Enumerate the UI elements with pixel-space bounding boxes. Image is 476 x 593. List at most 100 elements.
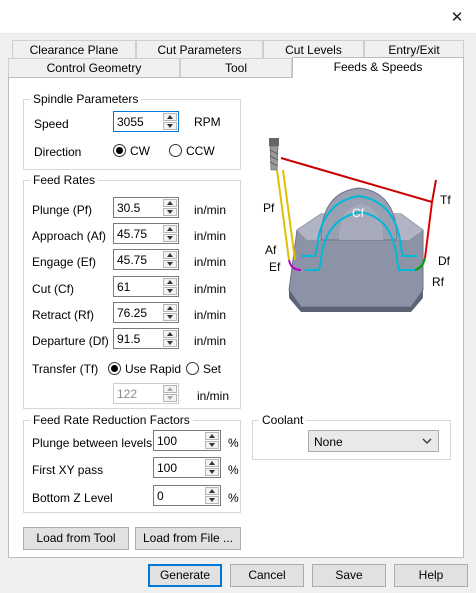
af-label: Af	[265, 243, 277, 257]
plunge-decrement-button[interactable]	[163, 208, 177, 216]
arrow-down-icon	[167, 341, 173, 345]
arrow-down-icon	[167, 315, 173, 319]
tab-tool[interactable]: Tool	[180, 58, 292, 77]
first-xy-pass-increment-button[interactable]	[205, 459, 219, 467]
arrow-down-icon	[167, 236, 173, 240]
bottom-z-level-input[interactable]: 0	[153, 485, 221, 506]
first-xy-pass-input[interactable]: 100	[153, 457, 221, 478]
engage-decrement-button[interactable]	[163, 260, 177, 268]
plunge-path-2	[282, 169, 296, 261]
coolant-select[interactable]: None	[308, 430, 439, 452]
arrow-down-icon	[209, 470, 215, 474]
arrow-up-icon	[167, 387, 173, 391]
first-xy-pass-decrement-button[interactable]	[205, 468, 219, 476]
bottom-z-level-decrement-button[interactable]	[205, 496, 219, 504]
close-button[interactable]: ✕	[446, 6, 468, 28]
bottom-z-level-unit: %	[228, 491, 239, 505]
tab-feeds-speeds[interactable]: Feeds & Speeds	[292, 57, 464, 78]
plunge-between-levels-decrement-button[interactable]	[205, 441, 219, 449]
plunge-input[interactable]: 30.5	[113, 197, 179, 218]
coolant-group: Coolant None	[252, 413, 451, 460]
plunge-between-levels-input[interactable]: 100	[153, 430, 221, 451]
tool-holder	[269, 138, 279, 146]
chevron-down-icon	[422, 438, 432, 444]
departure-input[interactable]: 91.5	[113, 328, 179, 349]
title-bar: ✕	[0, 0, 476, 34]
generate-button[interactable]: Generate	[148, 564, 222, 587]
tab-row-bottom: Control Geometry Tool Feeds & Speeds	[8, 57, 464, 78]
ccw-radio[interactable]	[169, 144, 182, 157]
arrow-up-icon	[167, 227, 173, 231]
use-rapid-radio[interactable]	[108, 362, 121, 375]
pf-label: Pf	[263, 201, 275, 215]
cut-label: Cut (Cf)	[32, 282, 74, 296]
feeds-speeds-panel: Spindle Parameters Speed 3055 RPM Direct…	[8, 77, 464, 558]
departure-increment-button[interactable]	[163, 330, 177, 338]
help-button[interactable]: Help	[394, 564, 468, 587]
arrow-up-icon	[167, 332, 173, 336]
approach-unit: in/min	[194, 229, 227, 243]
feed-rate-reduction-title: Feed Rate Reduction Factors	[30, 413, 193, 427]
plunge-label: Plunge (Pf)	[32, 203, 93, 217]
arrow-down-icon	[167, 289, 173, 293]
transfer-input[interactable]: 122	[113, 383, 179, 404]
arrow-up-icon	[167, 306, 173, 310]
cw-radio[interactable]	[113, 144, 126, 157]
transfer-decrement-button[interactable]	[163, 394, 177, 402]
engage-label: Engage (Ef)	[32, 255, 97, 269]
approach-decrement-button[interactable]	[163, 234, 177, 242]
set-label: Set	[203, 362, 222, 376]
cut-decrement-button[interactable]	[163, 287, 177, 295]
tab-cut-parameters[interactable]: Cut Parameters	[136, 40, 263, 59]
arrow-up-icon	[167, 201, 173, 205]
engage-unit: in/min	[194, 255, 227, 269]
transfer-increment-button[interactable]	[163, 385, 177, 393]
plunge-increment-button[interactable]	[163, 199, 177, 207]
spindle-parameters-title: Spindle Parameters	[30, 92, 142, 106]
bottom-z-level-increment-button[interactable]	[205, 487, 219, 495]
plunge-between-levels-label: Plunge between levels	[32, 436, 153, 450]
speed-decrement-button[interactable]	[163, 122, 177, 130]
approach-input[interactable]: 45.75	[113, 223, 179, 244]
feeds-diagram: Pf Tf Cf Af Ef Df Rf	[263, 138, 451, 312]
arrow-down-icon	[167, 124, 173, 128]
cut-unit: in/min	[194, 282, 227, 296]
plunge-unit: in/min	[194, 203, 227, 217]
retract-decrement-button[interactable]	[163, 313, 177, 321]
approach-increment-button[interactable]	[163, 225, 177, 233]
load-from-tool-button[interactable]: Load from Tool	[23, 527, 129, 550]
arrow-up-icon	[209, 461, 215, 465]
tf-label: Tf	[440, 193, 451, 207]
cut-increment-button[interactable]	[163, 278, 177, 286]
plunge-between-levels-unit: %	[228, 436, 239, 450]
arrow-up-icon	[209, 489, 215, 493]
set-radio[interactable]	[186, 362, 199, 375]
feed-rates-group: Feed Rates Plunge (Pf) 30.5 in/min Appro…	[23, 173, 241, 409]
tab-control-geometry[interactable]: Control Geometry	[8, 58, 180, 77]
feed-rate-reduction-group: Feed Rate Reduction Factors Plunge betwe…	[23, 413, 241, 513]
departure-unit: in/min	[194, 334, 227, 348]
load-from-file-button[interactable]: Load from File ...	[135, 527, 241, 550]
cut-input[interactable]: 61	[113, 276, 179, 297]
arrow-down-icon	[167, 262, 173, 266]
speed-increment-button[interactable]	[163, 113, 177, 121]
spindle-parameters-group: Spindle Parameters Speed 3055 RPM Direct…	[23, 92, 241, 170]
retract-input[interactable]: 76.25	[113, 302, 179, 323]
approach-label: Approach (Af)	[32, 229, 107, 243]
feed-rates-title: Feed Rates	[30, 173, 99, 187]
retract-increment-button[interactable]	[163, 304, 177, 312]
ccw-label: CCW	[186, 144, 215, 158]
arrow-up-icon	[167, 280, 173, 284]
tab-clearance-plane[interactable]: Clearance Plane	[12, 40, 136, 59]
speed-input[interactable]: 3055	[113, 111, 179, 132]
retract-unit: in/min	[194, 308, 227, 322]
save-button[interactable]: Save	[312, 564, 386, 587]
departure-decrement-button[interactable]	[163, 339, 177, 347]
cancel-button[interactable]: Cancel	[230, 564, 304, 587]
engage-input[interactable]: 45.75	[113, 249, 179, 270]
engage-increment-button[interactable]	[163, 251, 177, 259]
arrow-down-icon	[167, 210, 173, 214]
close-icon: ✕	[450, 9, 464, 26]
first-xy-pass-unit: %	[228, 463, 239, 477]
plunge-between-levels-increment-button[interactable]	[205, 432, 219, 440]
